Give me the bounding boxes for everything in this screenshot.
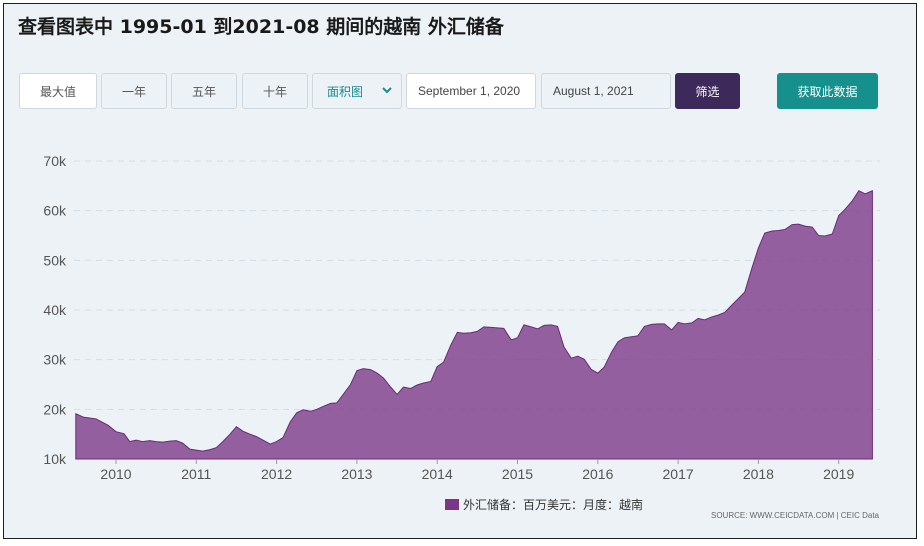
x-tick-label: 2013 — [341, 466, 372, 482]
x-axis: 2010 2011 2012 2013 2014 2015 2016 2017 2018 2019 — [100, 459, 854, 482]
x-tick-label: 2015 — [502, 466, 533, 482]
y-tick-label: 40k — [43, 302, 67, 318]
y-tick-label: 50k — [43, 252, 67, 268]
x-tick-label: 2014 — [422, 466, 453, 482]
reserves-area — [75, 190, 873, 460]
legend-swatch — [445, 499, 459, 510]
x-tick-label: 2012 — [261, 466, 292, 482]
y-tick-label: 60k — [43, 203, 67, 219]
y-axis: 10k 20k 30k 40k 50k 60k 70k — [43, 153, 67, 467]
x-tick-label: 2017 — [663, 466, 694, 482]
y-tick-label: 10k — [43, 451, 67, 467]
x-tick-label: 2016 — [582, 466, 613, 482]
x-tick-label: 2019 — [823, 466, 854, 482]
legend: 外汇储备：百万美元：月度：越南 — [445, 497, 643, 512]
x-tick-label: 2011 — [181, 466, 211, 482]
legend-label: 外汇储备：百万美元：月度：越南 — [463, 497, 643, 512]
source-text: SOURCE: WWW.CEICDATA.COM | CEIC Data — [711, 511, 880, 520]
x-tick-label: 2010 — [100, 466, 131, 482]
y-tick-label: 70k — [43, 153, 67, 169]
y-tick-label: 30k — [43, 352, 67, 368]
y-tick-label: 20k — [43, 401, 67, 417]
x-tick-label: 2018 — [743, 466, 774, 482]
area-chart: 10k20k30k40k50k60k70k 2010 2011 2012 2013 20… — [43, 153, 880, 520]
